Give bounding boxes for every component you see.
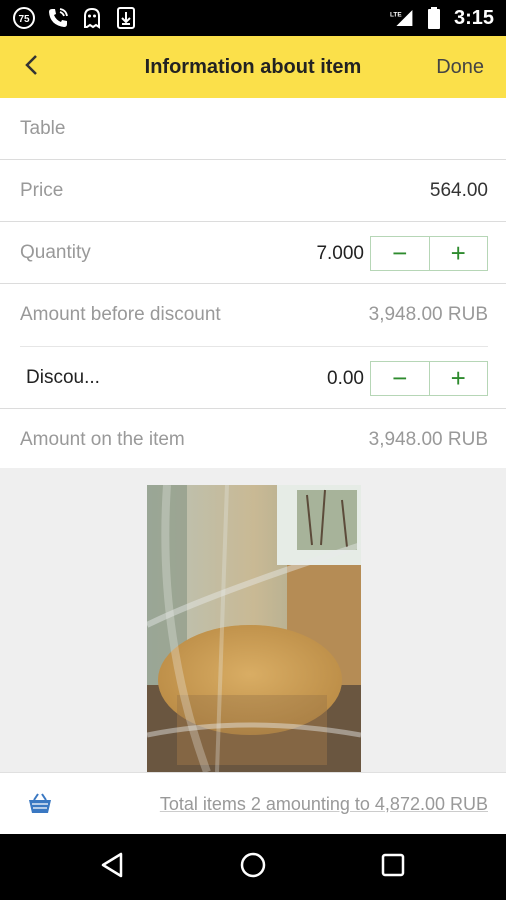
page-title: Information about item (144, 56, 362, 78)
download-icon (114, 6, 138, 30)
clock: 3:15 (453, 6, 494, 29)
table-row[interactable]: Table (0, 98, 506, 160)
signal-icon: LTE (390, 6, 414, 30)
discount-row: Discou... 0.00 − + (0, 347, 506, 409)
photo-area (0, 468, 506, 772)
done-button[interactable]: Done (436, 56, 484, 79)
amount-before-value: 3,948.00 RUB (368, 304, 488, 325)
amount-before-label: Amount before discount (20, 304, 221, 325)
nav-back-button[interactable] (97, 851, 129, 883)
nav-recents-button[interactable] (377, 851, 409, 883)
basket-icon[interactable] (28, 793, 52, 815)
total-summary-link[interactable]: Total items 2 amounting to 4,872.00 RUB (160, 794, 488, 815)
phone-call-icon (46, 6, 70, 30)
quantity-value[interactable]: 7.000 (316, 243, 364, 265)
ghost-icon (80, 6, 104, 30)
battery-icon (422, 6, 446, 30)
recents-square-icon (380, 852, 406, 883)
amount-item-row: Amount on the item 3,948.00 RUB (0, 409, 506, 470)
status-bar: 75 LTE 3:15 (0, 0, 506, 36)
table-label: Table (20, 118, 66, 139)
discount-plus-button[interactable]: + (428, 362, 488, 395)
quantity-stepper: − + (370, 236, 488, 271)
amount-item-value: 3,948.00 RUB (368, 429, 488, 450)
quantity-row: Quantity 7.000 − + (0, 222, 506, 284)
svg-text:75: 75 (18, 14, 30, 25)
total-bar: Total items 2 amounting to 4,872.00 RUB (0, 772, 506, 835)
amount-before-row: Amount before discount 3,948.00 RUB (0, 284, 506, 346)
notification-75-icon: 75 (12, 6, 36, 30)
item-form: Table Price 564.00 Quantity 7.000 − + Am… (0, 98, 506, 470)
back-triangle-icon (99, 851, 127, 884)
quantity-minus-button[interactable]: − (371, 237, 429, 270)
status-icons-left: 75 (12, 6, 138, 30)
discount-minus-button[interactable]: − (371, 362, 429, 395)
nav-home-button[interactable] (237, 851, 269, 883)
discount-label[interactable]: Discou... (26, 367, 100, 389)
status-icons-right: LTE 3:15 (390, 6, 494, 30)
svg-text:LTE: LTE (390, 11, 402, 18)
app-bar: Information about item Done (0, 36, 506, 98)
system-nav-bar (0, 834, 506, 900)
quantity-plus-button[interactable]: + (428, 237, 488, 270)
price-label: Price (20, 180, 64, 201)
price-row[interactable]: Price 564.00 (0, 160, 506, 222)
amount-item-label: Amount on the item (20, 429, 185, 450)
discount-value[interactable]: 0.00 (327, 368, 364, 390)
item-photo[interactable] (147, 485, 361, 772)
discount-stepper: − + (370, 361, 488, 396)
quantity-label: Quantity (20, 242, 91, 263)
price-value[interactable]: 564.00 (430, 180, 488, 202)
home-circle-icon (239, 851, 267, 884)
